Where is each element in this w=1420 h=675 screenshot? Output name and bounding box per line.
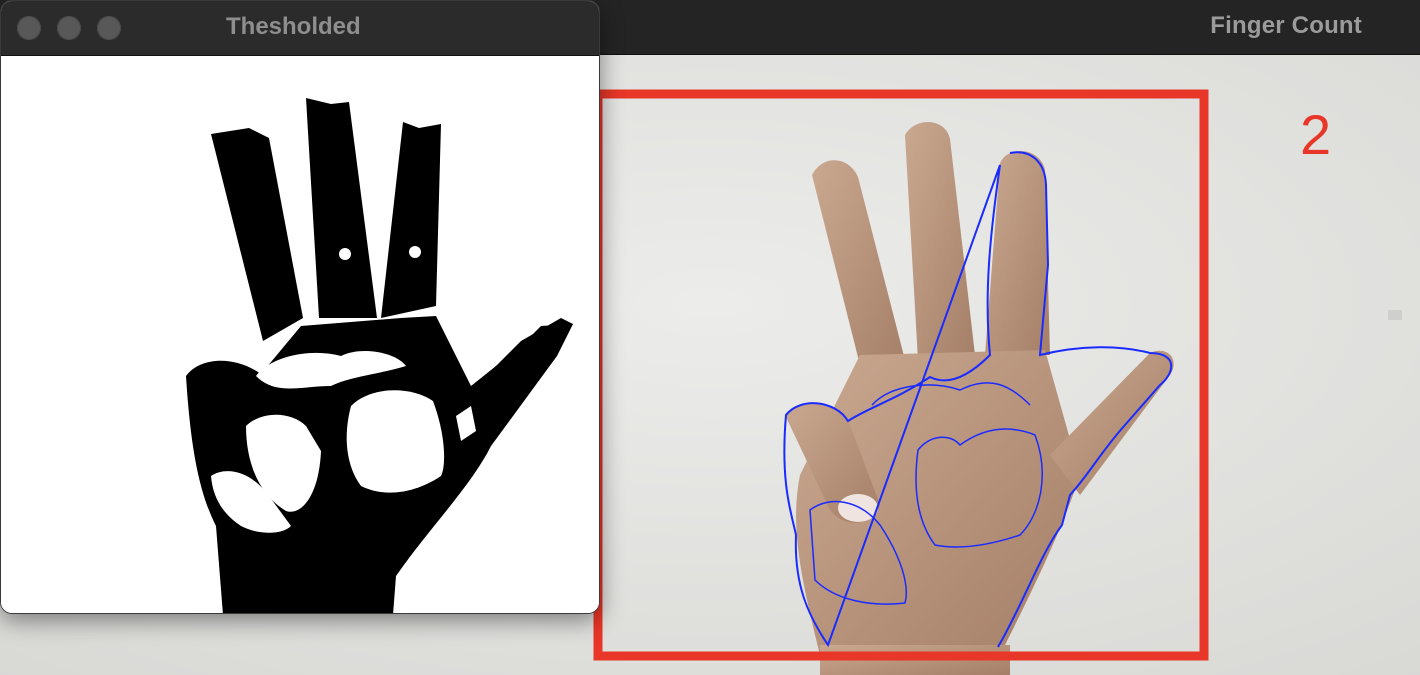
thresholded-titlebar[interactable]: Thesholded <box>1 1 599 56</box>
window-title: Finger Count <box>1210 12 1362 39</box>
finger-count-label: 2 <box>1300 103 1332 166</box>
zoom-button-icon[interactable] <box>97 16 121 40</box>
thresholded-window[interactable]: Thesholded <box>0 0 600 614</box>
window-title: Thesholded <box>226 13 361 40</box>
minimize-button-icon[interactable] <box>57 16 81 40</box>
close-button-icon[interactable] <box>17 16 41 40</box>
thresholded-image <box>1 56 599 613</box>
threshold-mask <box>1 56 599 613</box>
thumbnail <box>838 494 878 522</box>
